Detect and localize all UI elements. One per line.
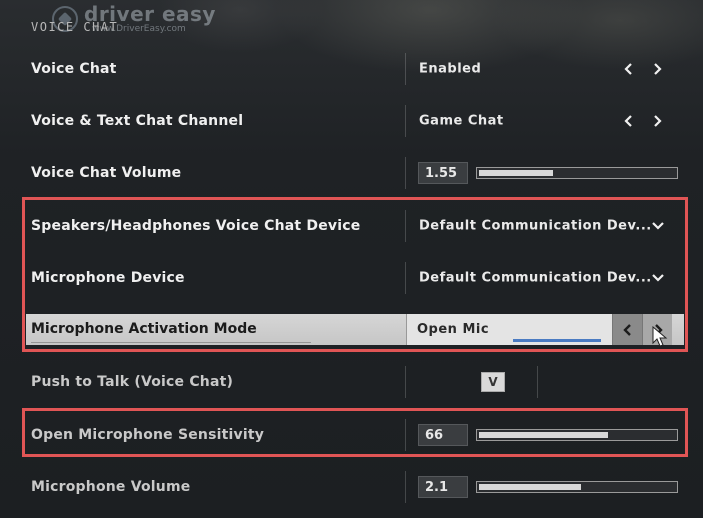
slider-fill	[479, 432, 609, 438]
option-indicator-bar	[513, 339, 601, 342]
setting-row-microphone-activation-mode[interactable]: Microphone Activation Mode Open Mic	[26, 314, 684, 345]
setting-label: Voice & Text Chat Channel	[31, 113, 244, 129]
mic-volume-slider[interactable]	[476, 481, 678, 493]
setting-value: Open Mic	[417, 322, 490, 337]
setting-value: Default Communication Dev...	[419, 270, 652, 286]
setting-row-open-mic-sensitivity[interactable]: Open Microphone Sensitivity 66	[22, 409, 686, 461]
arrow-left-icon[interactable]	[612, 314, 642, 345]
setting-row-microphone-device[interactable]: Microphone Device Default Communication …	[22, 252, 686, 304]
volume-slider[interactable]	[476, 167, 678, 179]
arrow-left-icon[interactable]	[622, 60, 636, 78]
sensitivity-slider[interactable]	[476, 429, 678, 441]
mouse-cursor-icon	[652, 326, 668, 347]
setting-label: Voice Chat Volume	[31, 165, 182, 181]
setting-value: Game Chat	[419, 113, 504, 129]
divider	[405, 262, 406, 294]
setting-row-push-to-talk[interactable]: Push to Talk (Voice Chat) V	[22, 356, 686, 408]
setting-row-voice-chat[interactable]: Voice Chat Enabled	[22, 43, 686, 95]
setting-row-speakers-device[interactable]: Speakers/Headphones Voice Chat Device De…	[22, 200, 686, 252]
setting-label: Microphone Device	[31, 270, 185, 286]
slider-fill	[479, 484, 581, 490]
setting-row-microphone-volume[interactable]: Microphone Volume 2.1	[22, 461, 686, 513]
divider	[405, 210, 406, 242]
setting-row-chat-channel[interactable]: Voice & Text Chat Channel Game Chat	[22, 95, 686, 147]
setting-label: Microphone Volume	[31, 479, 191, 495]
divider	[405, 53, 406, 85]
arrow-left-icon[interactable]	[622, 112, 636, 130]
activation-mode-value-area[interactable]: Open Mic	[406, 314, 612, 345]
setting-label: Voice Chat	[31, 61, 117, 77]
divider	[537, 366, 538, 398]
setting-value: Enabled	[419, 61, 482, 77]
sensitivity-value-box[interactable]: 66	[418, 424, 468, 446]
setting-label: Microphone Activation Mode	[31, 321, 257, 337]
arrow-right-icon[interactable]	[650, 112, 664, 130]
section-title: VOICE CHAT	[31, 20, 119, 34]
setting-label: Push to Talk (Voice Chat)	[31, 374, 234, 390]
divider	[31, 342, 311, 343]
slider-fill	[479, 170, 554, 176]
setting-label: Speakers/Headphones Voice Chat Device	[31, 218, 361, 234]
arrow-right-icon[interactable]	[650, 60, 664, 78]
chevron-down-icon[interactable]	[650, 270, 666, 286]
keybind-box[interactable]: V	[481, 372, 505, 392]
mic-volume-value-box[interactable]: 2.1	[418, 476, 468, 498]
divider	[405, 105, 406, 137]
setting-row-voice-chat-volume[interactable]: Voice Chat Volume 1.55	[22, 147, 686, 199]
volume-value-box[interactable]: 1.55	[418, 162, 468, 184]
setting-label: Open Microphone Sensitivity	[31, 427, 265, 443]
divider	[405, 419, 406, 451]
divider	[405, 471, 406, 503]
divider	[405, 366, 406, 398]
chevron-down-icon[interactable]	[650, 218, 666, 234]
setting-value: Default Communication Dev...	[419, 218, 652, 234]
divider	[405, 157, 406, 189]
